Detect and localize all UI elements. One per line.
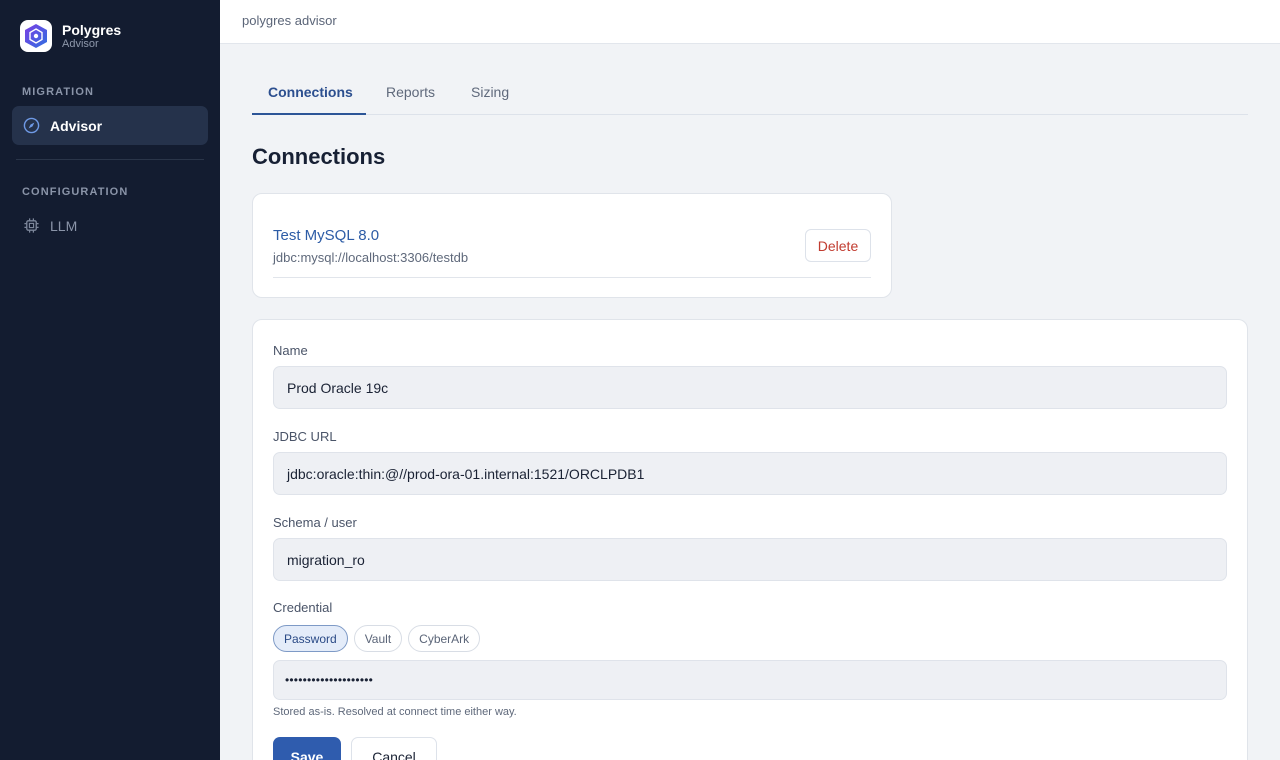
schema-label: Schema / user (273, 515, 357, 530)
connection-url: jdbc:mysql://localhost:3306/testdb (273, 250, 469, 265)
credential-label: Credential (273, 600, 333, 615)
sidebar: Polygres Advisor MIGRATION Advisor CONFI… (0, 0, 220, 760)
chip-icon (22, 217, 40, 235)
compass-icon (22, 117, 40, 135)
credential-hint: Stored as-is. Resolved at connect time e… (273, 706, 517, 718)
sidebar-item-label: LLM (50, 217, 78, 234)
tab-sizing[interactable]: Sizing (471, 74, 509, 115)
cancel-button[interactable]: Cancel (351, 737, 437, 760)
credential-option-vault[interactable]: Vault (353, 625, 403, 652)
delete-button[interactable]: Delete (805, 229, 871, 262)
credential-option-password[interactable]: Password (273, 625, 348, 652)
name-input[interactable]: Prod Oracle 19c (273, 366, 1227, 409)
tab-bar: Connections Reports Sizing (252, 74, 1248, 115)
divider (273, 277, 871, 278)
nav-section-migration: MIGRATION (22, 86, 95, 98)
sidebar-item-label: Advisor (50, 117, 103, 134)
password-input[interactable]: •••••••••••••••••••• (273, 660, 1227, 700)
schema-input[interactable]: migration_ro (273, 538, 1227, 581)
credential-option-cyberark[interactable]: CyberArk (408, 625, 481, 652)
sidebar-item-llm[interactable]: LLM (12, 206, 208, 245)
jdbc-url-input[interactable]: jdbc:oracle:thin:@//prod-ora-01.internal… (273, 452, 1227, 495)
tab-reports[interactable]: Reports (386, 74, 435, 115)
connection-card: Test MySQL 8.0 jdbc:mysql://localhost:33… (252, 193, 892, 298)
credential-type-selector: Password Vault CyberArk (273, 625, 486, 652)
nav-section-configuration: CONFIGURATION (22, 186, 129, 198)
connection-form: Name Prod Oracle 19c JDBC URL jdbc:oracl… (252, 319, 1248, 760)
connection-name-link[interactable]: Test MySQL 8.0 (273, 227, 379, 244)
nav-divider (16, 159, 204, 160)
sidebar-item-advisor[interactable]: Advisor (12, 106, 208, 145)
topbar-title: polygres advisor (242, 13, 337, 28)
brand[interactable]: Polygres Advisor (20, 20, 121, 52)
page-title: Connections (252, 144, 386, 169)
polygres-logo-icon (20, 20, 52, 52)
top-bar: polygres advisor (220, 0, 1280, 44)
app-name: Polygres (62, 22, 122, 38)
name-label: Name (273, 343, 308, 358)
save-button[interactable]: Save (273, 737, 341, 760)
tab-connections[interactable]: Connections (252, 74, 366, 115)
app-subtitle: Advisor (62, 38, 99, 50)
jdbc-url-label: JDBC URL (273, 429, 337, 444)
